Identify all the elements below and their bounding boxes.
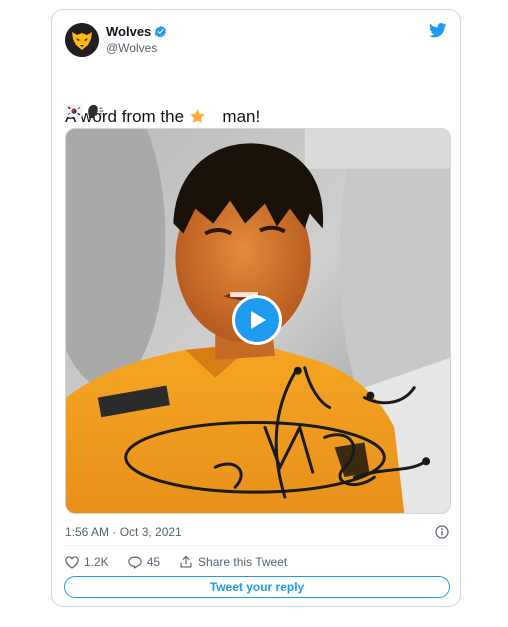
tweet-text-after: man! [222, 106, 261, 126]
share-icon [180, 555, 192, 568]
author-handle[interactable]: @Wolves [106, 41, 157, 55]
tweet-card: Wolves @Wolves A word from the man! 1:56… [51, 9, 461, 607]
tweet-actions: 1.2K 45 Share this Tweet [65, 551, 306, 573]
reply-count: 45 [146, 555, 161, 569]
tweet-reply-button[interactable]: Tweet your reply [64, 576, 450, 598]
south-korea-flag-icon [66, 105, 82, 117]
like-count: 1.2K [84, 555, 109, 569]
tweet-timestamp[interactable]: 1:56 AM · Oct 3, 2021 [65, 525, 182, 539]
emoji-line [66, 103, 106, 119]
video-player[interactable] [65, 128, 451, 514]
verified-badge-icon [154, 25, 167, 38]
heart-icon [65, 555, 79, 569]
play-button[interactable] [232, 295, 282, 345]
info-icon[interactable] [435, 525, 449, 539]
divider [65, 545, 449, 546]
reply-count-button[interactable]: 45 [127, 555, 161, 569]
author-name-row[interactable]: Wolves [106, 24, 167, 39]
play-icon [251, 311, 266, 329]
author-display-name[interactable]: Wolves [106, 24, 151, 39]
wolf-head-logo-icon [65, 23, 99, 57]
wolves-avatar[interactable] [65, 23, 99, 57]
twitter-bird-icon[interactable] [429, 23, 447, 38]
share-label: Share this Tweet [198, 555, 288, 569]
reply-bubble-icon [127, 556, 142, 569]
speaking-head-icon [86, 103, 106, 119]
share-button[interactable]: Share this Tweet [179, 555, 287, 569]
tweet-meta-row: 1:56 AM · Oct 3, 2021 [65, 522, 449, 542]
like-button[interactable]: 1.2K [65, 555, 109, 569]
